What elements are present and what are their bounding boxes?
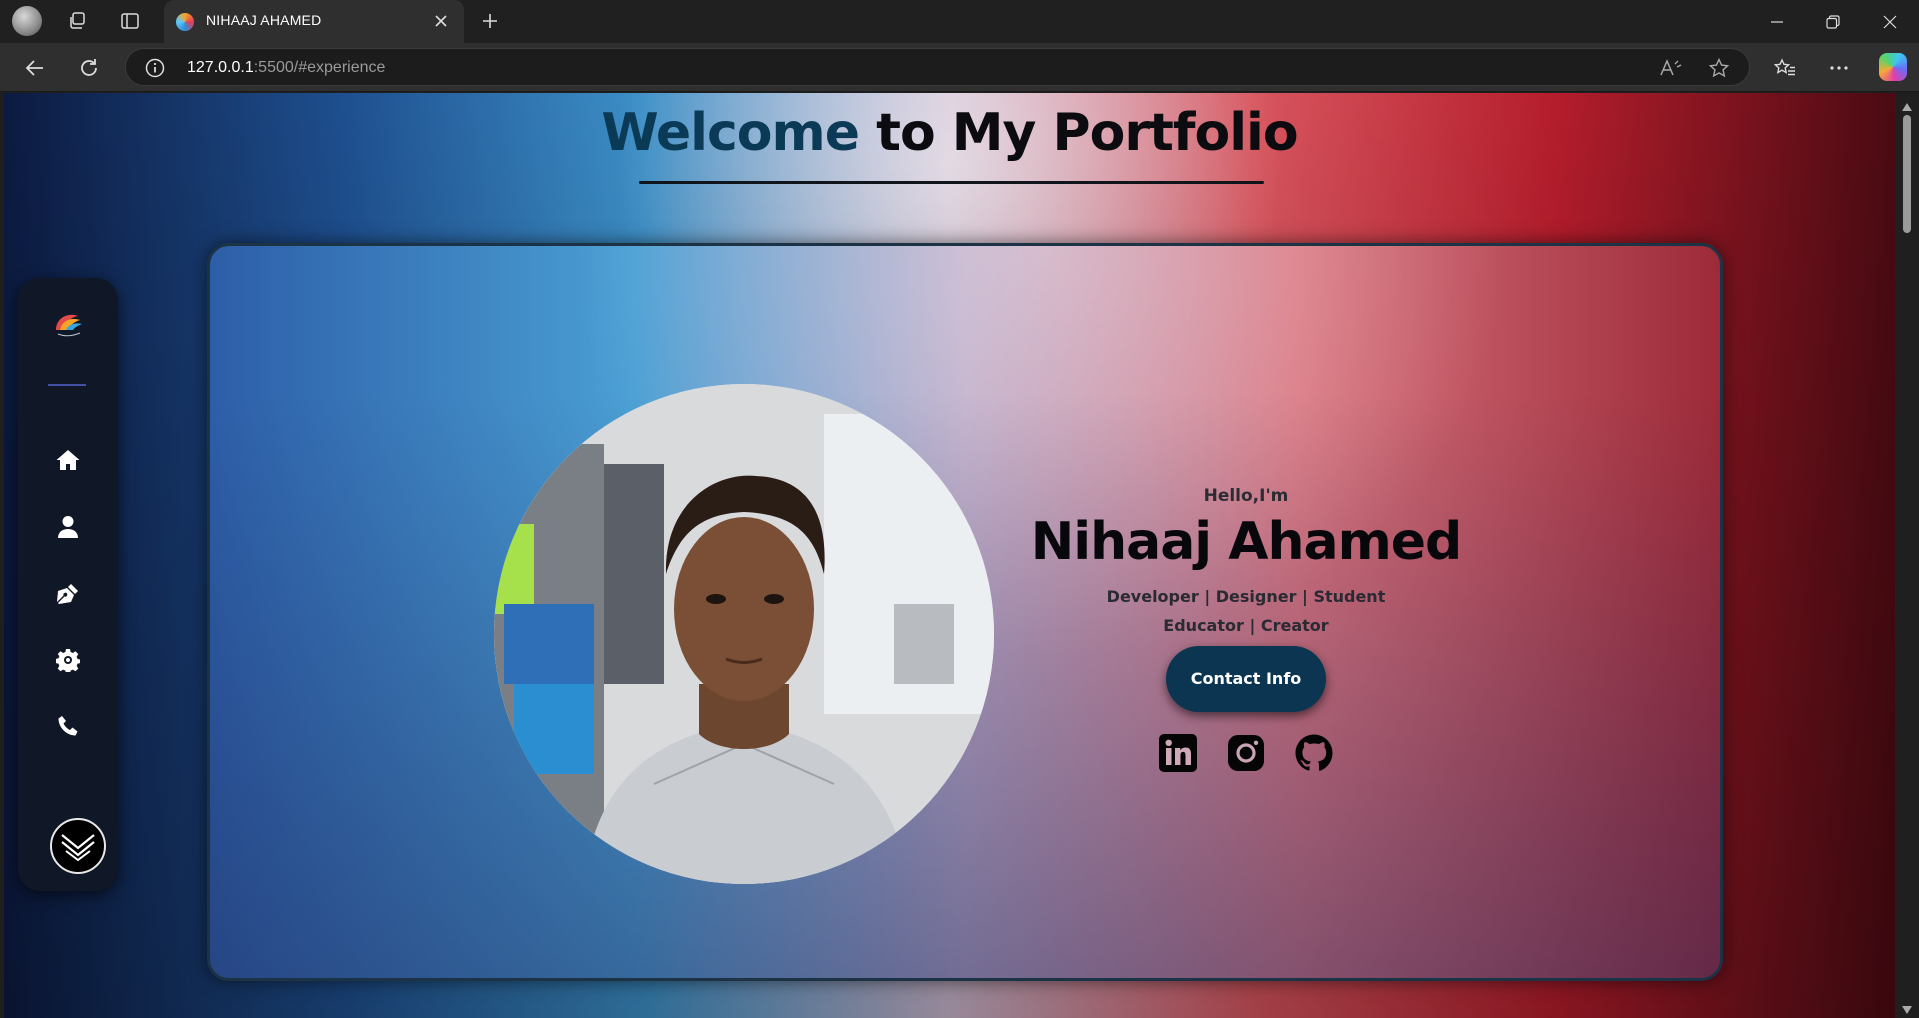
brand-logo[interactable] — [50, 308, 86, 342]
copilot-icon[interactable] — [1879, 53, 1907, 81]
new-tab-icon[interactable] — [475, 6, 505, 36]
roles-line-1: Developer | Designer | Student — [1106, 587, 1386, 606]
favorites-icon[interactable] — [1770, 53, 1800, 83]
favorite-star-icon[interactable] — [1707, 57, 1731, 79]
instagram-icon[interactable] — [1225, 732, 1267, 774]
url-path: :5500/#experience — [253, 59, 386, 76]
address-toolbar: 127.0.0.1:5500/#experience — [0, 43, 1919, 92]
title-rest: to My Portfolio — [859, 103, 1298, 163]
roles-line-2: Educator | Creator — [1163, 616, 1329, 635]
url-text[interactable]: 127.0.0.1:5500/#experience — [187, 59, 385, 77]
read-aloud-icon[interactable] — [1659, 57, 1683, 79]
back-icon[interactable] — [20, 53, 50, 83]
profile-avatar[interactable] — [12, 6, 42, 36]
sidebar-item-contact[interactable] — [48, 706, 88, 746]
more-menu-icon[interactable] — [1824, 53, 1854, 83]
tab-active[interactable]: NIHAAJ AHAMED — [164, 0, 464, 43]
page-scrollbar[interactable] — [1895, 93, 1919, 1018]
social-links — [1016, 732, 1476, 774]
tab-title: NIHAAJ AHAMED — [206, 12, 322, 28]
page-viewport: Welcome to My Portfolio Hello,I'm Nihaaj… — [4, 93, 1895, 1018]
sidebar-item-skills[interactable] — [48, 640, 88, 680]
sidebar-toggle-button[interactable] — [50, 818, 106, 874]
double-chevron-down-icon — [61, 834, 95, 862]
sidebar-nav — [18, 278, 118, 891]
hero-intro: Hello,I'm Nihaaj Ahamed Developer | Desi… — [1016, 486, 1476, 774]
phone-icon — [58, 716, 78, 736]
greeting-text: Hello,I'm — [1203, 486, 1289, 506]
sidebar-item-about[interactable] — [48, 507, 88, 547]
tab-actions-icon[interactable] — [115, 6, 145, 36]
sidebar-item-experience[interactable] — [48, 574, 88, 614]
hero-card: Hello,I'm Nihaaj Ahamed Developer | Desi… — [207, 243, 1723, 981]
github-icon[interactable] — [1293, 732, 1335, 774]
title-accent: Welcome — [601, 103, 860, 163]
title-underline — [639, 181, 1264, 184]
sidebar-item-home[interactable] — [48, 440, 88, 480]
close-tab-icon[interactable] — [430, 10, 452, 32]
home-icon — [56, 450, 80, 470]
restore-icon[interactable] — [1805, 0, 1861, 43]
page-title: Welcome to My Portfolio — [4, 103, 1895, 163]
site-info-icon[interactable] — [144, 57, 166, 79]
scroll-up-arrow-icon[interactable] — [1901, 99, 1913, 111]
close-window-icon[interactable] — [1862, 0, 1918, 43]
hero-name: Nihaaj Ahamed — [1030, 512, 1463, 572]
reload-icon[interactable] — [74, 53, 104, 83]
linkedin-icon[interactable] — [1157, 732, 1199, 774]
scroll-down-arrow-icon[interactable] — [1901, 1002, 1913, 1014]
pen-nib-icon — [57, 584, 78, 604]
browser-tab-bar: NIHAAJ AHAMED — [0, 0, 1919, 43]
profile-photo — [494, 384, 994, 884]
sidebar-divider — [48, 384, 86, 386]
gear-icon — [56, 649, 80, 672]
workspaces-icon[interactable] — [62, 6, 92, 36]
url-host: 127.0.0.1 — [187, 59, 254, 76]
user-icon — [58, 516, 78, 538]
contact-info-button[interactable]: Contact Info — [1166, 646, 1326, 712]
roles-text: Developer | Designer | Student Educator … — [1016, 582, 1476, 640]
minimize-icon[interactable] — [1749, 0, 1805, 43]
url-bar[interactable]: 127.0.0.1:5500/#experience — [125, 48, 1750, 86]
scrollbar-thumb[interactable] — [1903, 115, 1911, 233]
site-favicon-icon — [176, 13, 194, 31]
